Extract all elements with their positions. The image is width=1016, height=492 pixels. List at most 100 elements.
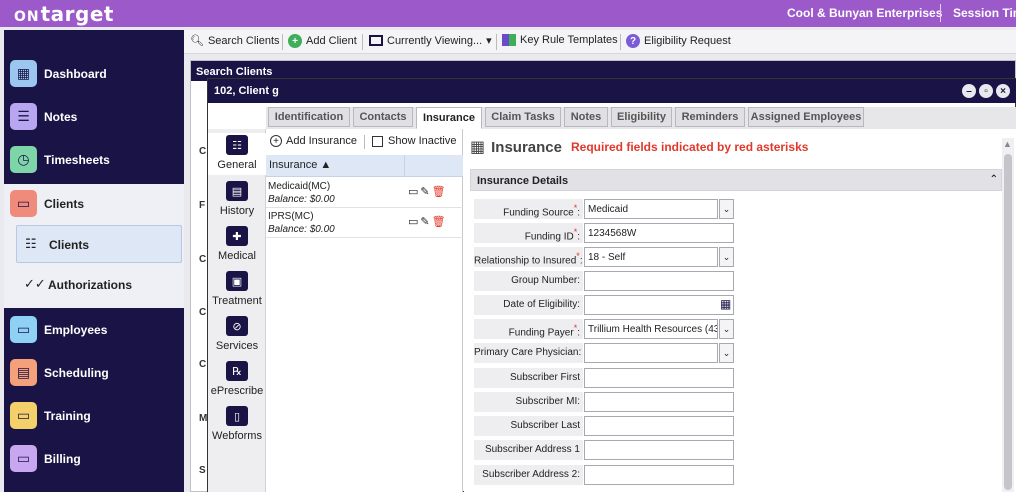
subscriber-address-1-field: Subscriber Address 1 bbox=[474, 440, 744, 460]
date-of-eligibility-input[interactable] bbox=[584, 295, 734, 315]
sidebar-item-billing[interactable]: ▭ Billing bbox=[4, 439, 184, 481]
sidebar-item-clients[interactable]: ▭ Clients bbox=[4, 184, 184, 226]
services-icon: ⊘ bbox=[226, 316, 248, 336]
calendar-icon[interactable]: ▦ bbox=[720, 297, 731, 311]
chevron-down-icon: ▾ bbox=[486, 35, 492, 47]
treatment-icon: ▣ bbox=[226, 271, 248, 291]
calendar-icon: ▤ bbox=[10, 359, 37, 386]
tab-identification[interactable]: Identification bbox=[268, 107, 350, 127]
sidebar-item-employees[interactable]: ▭ Employees bbox=[4, 310, 184, 352]
subscriber-address-2-input[interactable] bbox=[584, 465, 734, 485]
close-icon[interactable]: × bbox=[996, 84, 1010, 98]
general-icon: ☷ bbox=[226, 135, 248, 155]
rail-item-medical[interactable]: ✚ Medical bbox=[208, 226, 266, 268]
funding-payer-field: Funding Payer*: Trillium Health Resource… bbox=[474, 319, 744, 339]
rail-item-general[interactable]: ☷ General bbox=[208, 133, 266, 175]
currently-viewing-dropdown[interactable]: Currently Viewing... ▾ bbox=[369, 34, 492, 47]
folder-icon: ▭ bbox=[10, 190, 37, 217]
rail-item-services[interactable]: ⊘ Services bbox=[208, 316, 266, 358]
clients-group: ▭ Clients ☷ Clients ✓✓ Authorizations bbox=[4, 184, 184, 308]
divider bbox=[404, 155, 405, 177]
tab-contacts[interactable]: Contacts bbox=[353, 107, 413, 127]
card-icon[interactable]: ▭ bbox=[408, 215, 418, 228]
subscriber-first-input[interactable] bbox=[584, 368, 734, 388]
funding-payer-select[interactable]: Trillium Health Resources (43 bbox=[584, 319, 718, 339]
minimize-icon[interactable]: – bbox=[962, 84, 976, 98]
relationship-select[interactable]: 18 - Self bbox=[584, 247, 718, 267]
search-clients-button[interactable]: 🔍︎ Search Clients bbox=[190, 34, 280, 48]
card-icon[interactable]: ▭ bbox=[408, 185, 418, 198]
primary-care-physician-field: Primary Care Physician: ⌄ bbox=[474, 343, 744, 363]
sidebar-subitem-authorizations[interactable]: ✓✓ Authorizations bbox=[16, 266, 182, 304]
tab-notes[interactable]: Notes bbox=[564, 107, 608, 127]
insurance-details-section[interactable]: Insurance Details ⌃ bbox=[470, 169, 1002, 191]
trash-icon[interactable]: 🗑︎ bbox=[432, 185, 446, 198]
tab-reminders[interactable]: Reminders bbox=[675, 107, 745, 127]
subscriber-last-field: Subscriber Last bbox=[474, 416, 744, 436]
sidebar-subitem-clients[interactable]: ☷ Clients bbox=[16, 225, 182, 263]
edit-icon[interactable]: ✎ bbox=[420, 185, 429, 198]
subscriber-first-field: Subscriber First bbox=[474, 368, 744, 388]
ontarget-logo[interactable]: ONtarget bbox=[14, 2, 114, 26]
chevron-down-icon[interactable]: ⌄ bbox=[719, 199, 734, 219]
eligibility-request-button[interactable]: ? Eligibility Request bbox=[626, 34, 731, 48]
collapse-icon[interactable]: ⌃ bbox=[990, 174, 998, 185]
background-label: F bbox=[199, 200, 206, 211]
notes-icon: ☰ bbox=[10, 103, 37, 130]
primary-care-physician-select[interactable] bbox=[584, 343, 718, 363]
sidebar-item-scheduling[interactable]: ▤ Scheduling bbox=[4, 353, 184, 395]
sidebar-subitem-label: Clients bbox=[49, 238, 90, 252]
sidebar-item-label: Billing bbox=[44, 452, 81, 466]
chevron-down-icon[interactable]: ⌄ bbox=[719, 343, 734, 363]
chevron-down-icon[interactable]: ⌄ bbox=[719, 247, 734, 267]
funding-id-field: Funding ID*: 1234568W bbox=[474, 223, 744, 243]
subscriber-last-input[interactable] bbox=[584, 416, 734, 436]
maximize-icon[interactable]: ▫ bbox=[979, 84, 993, 98]
tab-claim-tasks[interactable]: Claim Tasks bbox=[485, 107, 561, 127]
key-rule-templates-button[interactable]: Key Rule Templates bbox=[502, 34, 618, 46]
folder-icon: ▭ bbox=[10, 316, 37, 343]
chevron-down-icon[interactable]: ⌄ bbox=[719, 319, 734, 339]
tab-strip: Identification Contacts Insurance Claim … bbox=[266, 107, 1016, 129]
date-of-eligibility-field: Date of Eligibility: ▦ bbox=[474, 295, 744, 315]
group-number-input[interactable] bbox=[584, 271, 734, 291]
table-icon: ▦ bbox=[470, 139, 486, 156]
organization-name[interactable]: Cool & Bunyan Enterprises bbox=[787, 6, 942, 20]
insurance-row[interactable]: Medicaid(MC) Balance: $0.00 ▭ ✎ 🗑︎ bbox=[266, 178, 463, 208]
scroll-thumb[interactable] bbox=[1004, 154, 1012, 490]
group-number-field: Group Number: bbox=[474, 271, 744, 291]
divider bbox=[282, 34, 283, 50]
tab-assigned-employees[interactable]: Assigned Employees bbox=[748, 107, 864, 127]
trash-icon[interactable]: 🗑︎ bbox=[432, 215, 446, 228]
sidebar-item-notes[interactable]: ☰ Notes bbox=[4, 97, 184, 139]
sidebar-item-training[interactable]: ▭ Training bbox=[4, 396, 184, 438]
detail-title: ▦ Insurance bbox=[470, 138, 562, 157]
insurance-column-header[interactable]: Insurance ▲ bbox=[266, 155, 463, 177]
tab-eligibility[interactable]: Eligibility bbox=[611, 107, 672, 127]
sidebar-item-timesheets[interactable]: ◷ Timesheets bbox=[4, 140, 184, 182]
insurance-row[interactable]: IPRS(MC) Balance: $0.00 ▭ ✎ 🗑︎ bbox=[266, 208, 463, 238]
scroll-up-icon[interactable]: ▲ bbox=[1003, 139, 1012, 149]
sidebar: ▦ Dashboard ☰ Notes ◷ Timesheets ▭ Clien… bbox=[4, 30, 184, 492]
top-bar: ONtarget Cool & Bunyan Enterprises Sessi… bbox=[0, 0, 1016, 27]
add-insurance-button[interactable]: + Add Insurance bbox=[270, 135, 357, 147]
modal-title: 102, Client g bbox=[208, 79, 1016, 103]
rail-item-eprescribe[interactable]: ℞ ePrescribe bbox=[208, 361, 266, 403]
background-label: C bbox=[199, 359, 207, 370]
edit-icon[interactable]: ✎ bbox=[420, 215, 429, 228]
add-client-button[interactable]: + Add Client bbox=[288, 34, 357, 48]
funding-source-select[interactable]: Medicaid bbox=[584, 199, 718, 219]
sidebar-item-dashboard[interactable]: ▦ Dashboard bbox=[4, 54, 184, 96]
rail-item-webforms[interactable]: ▯ Webforms bbox=[208, 406, 266, 448]
rail-item-history[interactable]: ▤ History bbox=[208, 181, 266, 223]
subscriber-mi-input[interactable] bbox=[584, 392, 734, 412]
subscriber-address-1-input[interactable] bbox=[584, 440, 734, 460]
rail-item-treatment[interactable]: ▣ Treatment bbox=[208, 271, 266, 313]
detail-scrollbar[interactable]: ▲ bbox=[1002, 138, 1014, 492]
tab-insurance[interactable]: Insurance bbox=[416, 107, 482, 129]
funding-id-input[interactable]: 1234568W bbox=[584, 223, 734, 243]
relationship-field: Relationship to Insured*: 18 - Self ⌄ bbox=[474, 247, 744, 267]
show-inactive-checkbox[interactable]: Show Inactive bbox=[372, 135, 456, 147]
sidebar-item-label: Notes bbox=[44, 110, 78, 124]
checkmarks-icon: ✓✓ bbox=[24, 276, 46, 291]
